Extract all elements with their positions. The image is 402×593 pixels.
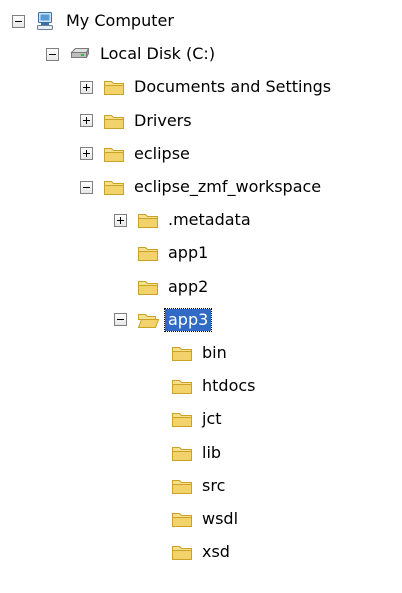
tree-item-label[interactable]: bin	[199, 342, 230, 364]
folder-icon	[103, 144, 125, 164]
folder-icon	[103, 177, 125, 197]
tree-item-label[interactable]: htdocs	[199, 375, 259, 397]
tree-item-label[interactable]: app3	[163, 307, 213, 332]
tree-item-label[interactable]: app2	[165, 276, 211, 298]
collapse-toggle-icon[interactable]	[46, 47, 59, 61]
folder-tree: My Computer Local Disk (C:) Documents and …	[0, 0, 402, 593]
expand-toggle-icon[interactable]	[80, 114, 93, 128]
expand-toggle-icon[interactable]	[114, 213, 127, 227]
drive-icon	[69, 44, 91, 64]
folder-icon	[171, 343, 193, 363]
tree-item[interactable]: xsd	[148, 537, 233, 567]
collapse-toggle-icon[interactable]	[80, 180, 93, 194]
tree-item[interactable]: lib	[148, 438, 224, 468]
computer-icon	[35, 11, 57, 31]
folder-icon	[171, 509, 193, 529]
tree-item[interactable]: My Computer	[12, 6, 177, 36]
folder-icon	[171, 476, 193, 496]
tree-item[interactable]: app2	[114, 272, 211, 302]
folder-icon	[103, 77, 125, 97]
folder-icon	[171, 376, 193, 396]
folder-icon	[171, 409, 193, 429]
collapse-toggle-icon[interactable]	[12, 14, 25, 28]
tree-item[interactable]: app1	[114, 238, 211, 268]
tree-item[interactable]: jct	[148, 404, 225, 434]
tree-item-label[interactable]: lib	[199, 442, 224, 464]
tree-item[interactable]: htdocs	[148, 371, 259, 401]
tree-item-label[interactable]: Local Disk (C:)	[97, 43, 218, 65]
tree-item-label[interactable]: eclipse	[131, 143, 193, 165]
tree-item[interactable]: Local Disk (C:)	[46, 39, 218, 69]
collapse-toggle-icon[interactable]	[114, 313, 127, 327]
folder-icon	[137, 277, 159, 297]
tree-item-label[interactable]: xsd	[199, 541, 233, 563]
tree-item-label[interactable]: Documents and Settings	[131, 76, 334, 98]
folder-icon	[103, 111, 125, 131]
tree-item-label[interactable]: .metadata	[165, 209, 254, 231]
tree-item[interactable]: wsdl	[148, 504, 241, 534]
expand-toggle-icon[interactable]	[80, 147, 93, 161]
tree-item[interactable]: Documents and Settings	[80, 72, 334, 102]
tree-item-label[interactable]: eclipse_zmf_workspace	[131, 176, 324, 198]
tree-item-label[interactable]: app1	[165, 242, 211, 264]
tree-item-label[interactable]: Drivers	[131, 110, 195, 132]
tree-item[interactable]: Drivers	[80, 106, 195, 136]
tree-item[interactable]: eclipse	[80, 139, 193, 169]
tree-item[interactable]: src	[148, 471, 228, 501]
tree-item[interactable]: app3	[114, 305, 213, 335]
tree-item-label[interactable]: My Computer	[63, 10, 177, 32]
expand-toggle-icon[interactable]	[80, 80, 93, 94]
tree-item[interactable]: bin	[148, 338, 230, 368]
folder-icon	[171, 542, 193, 562]
folder-open-icon	[137, 310, 159, 330]
folder-icon	[171, 443, 193, 463]
folder-icon	[137, 243, 159, 263]
tree-item[interactable]: eclipse_zmf_workspace	[80, 172, 324, 202]
tree-item-label[interactable]: wsdl	[199, 508, 241, 530]
tree-item[interactable]: .metadata	[114, 205, 254, 235]
tree-item-label[interactable]: src	[199, 475, 228, 497]
folder-icon	[137, 210, 159, 230]
tree-item-label[interactable]: jct	[199, 408, 225, 430]
